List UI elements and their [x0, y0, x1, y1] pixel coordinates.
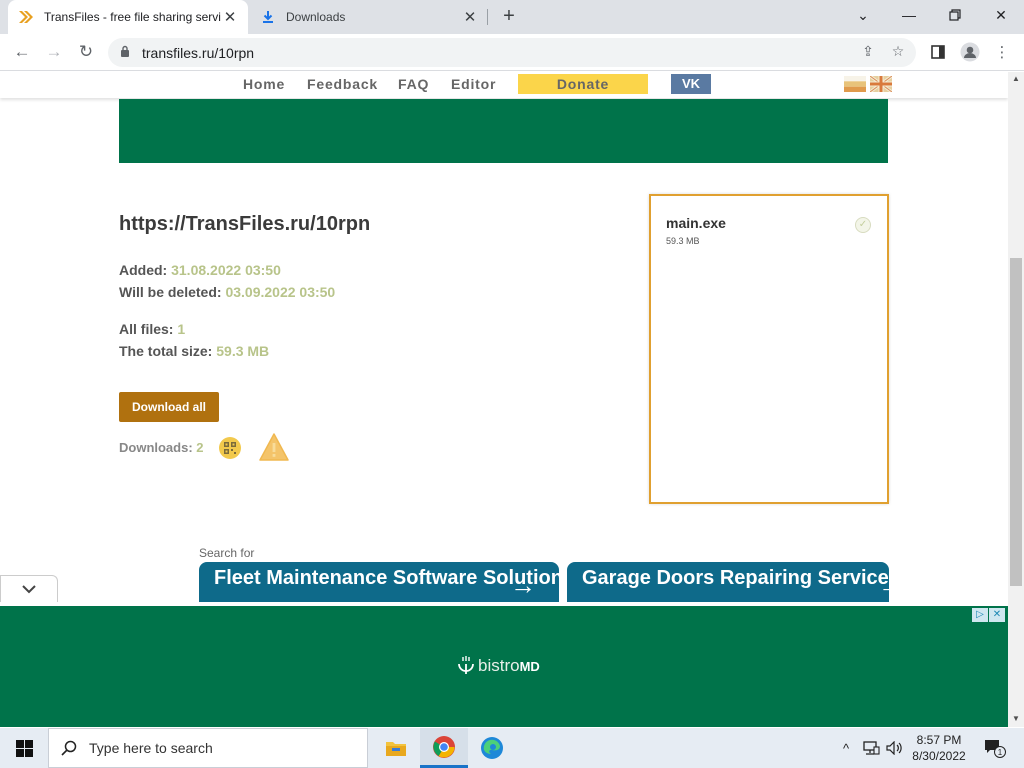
- transfiles-favicon-icon: [18, 9, 34, 25]
- total-size-value: 59.3 MB: [216, 343, 270, 359]
- ad-choices[interactable]: ▷ ✕: [972, 608, 1005, 622]
- downloads-value: 2: [196, 440, 204, 455]
- minimize-icon[interactable]: —: [886, 0, 932, 30]
- deleted-label: Will be deleted:: [119, 284, 222, 300]
- clock-date: 8/30/2022: [912, 749, 966, 763]
- forward-arrow-icon[interactable]: →: [42, 40, 66, 64]
- collapse-ad-chevron-icon[interactable]: [0, 575, 58, 602]
- page-title: https://TransFiles.ru/10rpn: [119, 213, 371, 235]
- restore-icon[interactable]: [932, 0, 978, 30]
- donate-button[interactable]: Donate: [518, 74, 648, 94]
- arrow-right-icon: →: [510, 570, 536, 600]
- brand-name-bold: MD: [519, 658, 540, 674]
- scrollbar-thumb[interactable]: [1010, 258, 1022, 586]
- ad-close-icon[interactable]: ✕: [989, 608, 1005, 622]
- deleted-info: Will be deleted: 03.09.2022 03:50: [119, 284, 335, 300]
- lock-icon: [120, 45, 130, 63]
- deleted-value: 03.09.2022 03:50: [225, 284, 336, 300]
- bistromd-logo-icon: [458, 656, 474, 674]
- edge-icon[interactable]: [468, 728, 516, 768]
- file-size: 59.3 MB: [666, 236, 700, 246]
- notification-count: 1: [998, 748, 1003, 757]
- scroll-down-icon[interactable]: ▼: [1012, 714, 1020, 723]
- file-explorer-icon[interactable]: [372, 728, 420, 768]
- share-icon[interactable]: ⇪: [858, 42, 878, 60]
- english-flag-icon[interactable]: [869, 74, 893, 94]
- windows-start-icon[interactable]: [0, 728, 48, 768]
- nav-home-link[interactable]: Home: [243, 76, 285, 92]
- side-panel-icon[interactable]: [926, 40, 950, 64]
- tab-transfiles[interactable]: TransFiles - free file sharing servi ✕: [8, 0, 248, 34]
- download-favicon-icon: [260, 9, 276, 25]
- total-size-info: The total size: 59.3 MB: [119, 343, 269, 359]
- added-value: 31.08.2022 03:50: [171, 262, 281, 278]
- bistromd-logo: bistro MD: [454, 654, 540, 678]
- search-for-label: Search for: [199, 546, 255, 560]
- russian-flag-icon[interactable]: [844, 76, 866, 92]
- vk-button[interactable]: VK: [671, 74, 711, 94]
- nav-feedback-link[interactable]: Feedback: [307, 76, 378, 92]
- nav-faq-link[interactable]: FAQ: [398, 76, 429, 92]
- clock-time: 8:57 PM: [916, 733, 962, 747]
- browser-tab-strip: TransFiles - free file sharing servi ✕ D…: [0, 0, 1024, 34]
- tab-title: TransFiles - free file sharing servi: [44, 10, 221, 24]
- taskbar-clock[interactable]: 8:57 PM 8/30/2022: [906, 732, 972, 764]
- url-text: transfiles.ru/10rpn: [142, 45, 255, 61]
- added-label: Added:: [119, 262, 168, 278]
- all-files-label: All files:: [119, 321, 174, 337]
- scroll-up-icon[interactable]: ▲: [1012, 74, 1020, 83]
- ad-card-fleet-maintenance[interactable]: Fleet Maintenance Software Solution →: [199, 562, 559, 602]
- total-size-label: The total size:: [119, 343, 213, 359]
- downloads-count: Downloads: 2: [119, 440, 204, 455]
- network-icon[interactable]: [860, 728, 882, 768]
- tab-separator: [487, 9, 488, 25]
- added-info: Added: 31.08.2022 03:50: [119, 262, 281, 278]
- tab-downloads[interactable]: Downloads ✕: [250, 0, 488, 34]
- download-all-button[interactable]: Download all: [119, 392, 219, 422]
- all-files-info: All files: 1: [119, 321, 185, 337]
- qr-code-icon[interactable]: [219, 437, 241, 459]
- notification-center-icon[interactable]: 1: [980, 728, 1010, 768]
- search-icon: [49, 740, 89, 756]
- menu-kebab-icon[interactable]: ⋮: [990, 40, 1014, 64]
- nav-editor-link[interactable]: Editor: [451, 76, 496, 92]
- address-bar[interactable]: transfiles.ru/10rpn: [108, 38, 916, 67]
- bookmark-star-icon[interactable]: ☆: [888, 42, 908, 60]
- show-hidden-icons-icon[interactable]: ^: [836, 728, 856, 768]
- ad-card-text: Garage Doors Repairing Services Prices: [582, 567, 889, 589]
- volume-icon[interactable]: [884, 728, 906, 768]
- report-warning-icon[interactable]: [258, 432, 290, 462]
- ad-card-text: Fleet Maintenance Software Solution: [214, 567, 559, 589]
- tab-search-icon[interactable]: ⌄: [840, 0, 886, 30]
- back-arrow-icon[interactable]: ←: [10, 40, 34, 64]
- close-tab-icon[interactable]: ✕: [222, 8, 238, 26]
- file-name[interactable]: main.exe: [666, 215, 726, 231]
- page-scrollbar[interactable]: ▲ ▼: [1008, 72, 1024, 727]
- file-list-panel: main.exe 59.3 MB ✓: [649, 194, 889, 504]
- site-navigation: Home Feedback FAQ Editor Donate VK: [0, 72, 1008, 98]
- bottom-banner-ad[interactable]: ▷ ✕ bistro MD: [0, 602, 1008, 727]
- brand-name-light: bistro: [478, 656, 520, 675]
- chrome-icon[interactable]: [420, 728, 468, 768]
- tab-title: Downloads: [286, 10, 346, 24]
- taskbar-search-input[interactable]: Type here to search: [48, 728, 368, 768]
- windows-taskbar: Type here to search ^ 8:57 PM 8/30/2022 …: [0, 728, 1024, 768]
- profile-avatar-icon[interactable]: [958, 40, 982, 64]
- new-tab-button[interactable]: +: [498, 6, 520, 28]
- page-viewport: Home Feedback FAQ Editor Donate VK https…: [0, 72, 1008, 727]
- file-select-check-icon[interactable]: ✓: [855, 217, 871, 233]
- search-placeholder: Type here to search: [89, 740, 213, 756]
- arrow-right-icon: →: [878, 570, 889, 601]
- reload-icon[interactable]: ↻: [74, 40, 98, 64]
- all-files-value: 1: [177, 321, 186, 337]
- downloads-label: Downloads:: [119, 440, 193, 455]
- ad-info-icon[interactable]: ▷: [972, 608, 988, 622]
- close-window-icon[interactable]: ✕: [978, 0, 1024, 30]
- close-tab-icon[interactable]: ✕: [462, 8, 478, 26]
- top-banner-ad: [119, 99, 888, 163]
- ad-card-garage-doors[interactable]: Garage Doors Repairing Services Prices →: [567, 562, 889, 602]
